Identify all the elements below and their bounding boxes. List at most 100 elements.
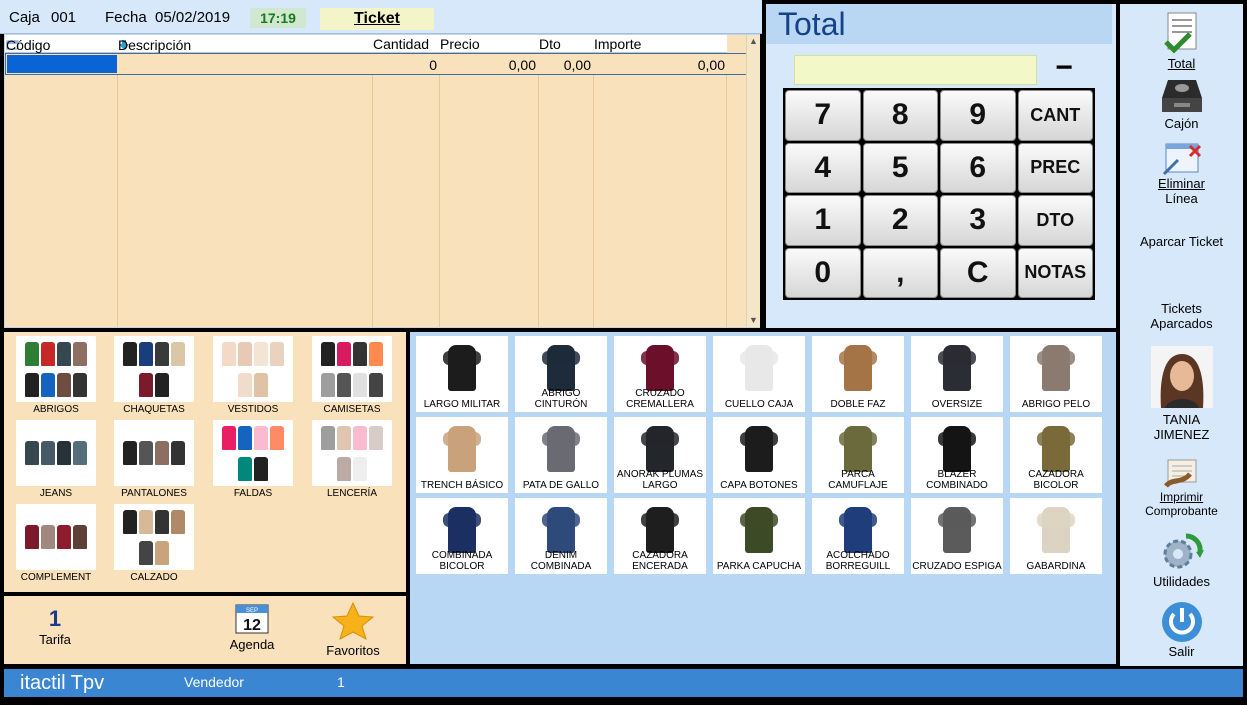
eliminar-linea-button[interactable]: Eliminar Línea xyxy=(1120,140,1243,206)
tarifa-button[interactable]: 1 Tarifa xyxy=(20,602,90,647)
product-label: TRENCH BÁSICO xyxy=(420,480,504,491)
key-9[interactable]: 9 xyxy=(940,90,1016,141)
selected-cell-codigo[interactable] xyxy=(7,55,117,73)
category-9[interactable]: CALZADO xyxy=(108,504,200,588)
tickets-aparcados-button[interactable]: Tickets Aparcados xyxy=(1120,301,1243,331)
product-tile[interactable]: CRUZADO ESPIGA xyxy=(911,498,1003,574)
ticket-grid: Código Descripción / Notas Cantidad Prec… xyxy=(4,34,760,328)
product-tile[interactable]: CAZADORA BICOLOR xyxy=(1010,417,1102,493)
user-profile[interactable]: TANIA JIMENEZ xyxy=(1120,346,1243,442)
key-notas[interactable]: NOTAS xyxy=(1017,247,1093,298)
product-label: CAPA BOTONES xyxy=(720,480,798,491)
star-icon xyxy=(331,601,375,641)
key-8[interactable]: 8 xyxy=(862,90,938,141)
category-5[interactable]: PANTALONES xyxy=(108,420,200,504)
key-comma[interactable]: , xyxy=(862,247,938,298)
category-label: PANTALONES xyxy=(121,488,187,499)
key-3[interactable]: 3 xyxy=(940,195,1016,246)
product-tile[interactable]: GABARDINA xyxy=(1010,498,1102,574)
cell-dto[interactable]: 0,00 xyxy=(542,57,591,73)
product-label: CAZADORA ENCERADA xyxy=(632,550,688,572)
product-tile[interactable]: PARCA CAMUFLAJE xyxy=(812,417,904,493)
imprimir-comprobante-button[interactable]: Imprimir Comprobante xyxy=(1120,456,1243,518)
gears-icon xyxy=(1163,533,1204,569)
key-cant[interactable]: CANT xyxy=(1017,90,1093,141)
key-clear[interactable]: C xyxy=(940,247,1016,298)
column-divider xyxy=(593,53,594,327)
product-tile[interactable]: PARKA CAPUCHA xyxy=(713,498,805,574)
category-thumbnail xyxy=(16,420,96,486)
product-tile[interactable]: DOBLE FAZ xyxy=(812,336,904,412)
category-8[interactable]: COMPLEMENT xyxy=(10,504,102,588)
cajon-button[interactable]: Cajón xyxy=(1120,76,1243,131)
product-tile[interactable]: CRUZADO CREMALLERA xyxy=(614,336,706,412)
product-tile[interactable]: TRENCH BÁSICO xyxy=(416,417,508,493)
cell-importe[interactable]: 0,00 xyxy=(597,57,725,73)
product-label: DOBLE FAZ xyxy=(830,399,886,410)
product-label: CRUZADO ESPIGA xyxy=(912,561,1002,572)
product-tile[interactable]: COMBINADA BICOLOR xyxy=(416,498,508,574)
product-tile[interactable]: ANORAK PLUMAS LARGO xyxy=(614,417,706,493)
agenda-button[interactable]: SEP 12 Agenda xyxy=(217,602,287,652)
key-7[interactable]: 7 xyxy=(785,90,861,141)
product-image xyxy=(640,339,680,391)
utilidades-button[interactable]: Utilidades xyxy=(1120,530,1243,589)
product-tile[interactable]: CAPA BOTONES xyxy=(713,417,805,493)
product-tile[interactable]: ABRIGO CINTURÓN xyxy=(515,336,607,412)
amount-display[interactable] xyxy=(794,55,1037,85)
product-tile[interactable]: CUELLO CAJA xyxy=(713,336,805,412)
key-5[interactable]: 5 xyxy=(862,142,938,193)
product-image xyxy=(937,501,977,553)
column-precio[interactable]: Precio xyxy=(440,36,480,52)
products-panel: LARGO MILITAR ABRIGO CINTURÓN CRUZADO CREM… xyxy=(410,332,1116,664)
ticket-button[interactable]: Ticket xyxy=(320,8,434,30)
product-tile[interactable]: PATA DE GALLO xyxy=(515,417,607,493)
product-tile[interactable]: CAZADORA ENCERADA xyxy=(614,498,706,574)
product-tile[interactable]: ABRIGO PELO xyxy=(1010,336,1102,412)
product-label: ACOLCHADO BORREGUILL xyxy=(825,550,891,572)
minus-button[interactable]: − xyxy=(1051,53,1077,84)
aparcar-ticket-button[interactable]: Aparcar Ticket xyxy=(1120,234,1243,249)
imprimir-label-2: Comprobante xyxy=(1145,504,1218,518)
total-button[interactable]: Total xyxy=(1120,10,1243,71)
column-dto[interactable]: Dto xyxy=(539,36,561,52)
product-tile[interactable]: BLAZER COMBINADO xyxy=(911,417,1003,493)
product-label: GABARDINA xyxy=(1026,561,1086,572)
scroll-up-icon[interactable]: ▲ xyxy=(749,36,758,46)
product-image xyxy=(937,339,977,391)
tarifa-label: Tarifa xyxy=(39,632,71,647)
vendedor-label: Vendedor xyxy=(184,674,244,690)
category-6[interactable]: FALDAS xyxy=(207,420,299,504)
column-importe[interactable]: Importe xyxy=(594,36,641,52)
column-cantidad[interactable]: Cantidad xyxy=(373,36,429,52)
cell-precio[interactable]: 0,00 xyxy=(443,57,536,73)
column-descripcion[interactable]: Descripción / Notas xyxy=(118,36,191,69)
favoritos-button[interactable]: Favoritos xyxy=(318,601,388,658)
total-panel: Total − 7 8 9 CANT 4 5 6 PREC 1 2 3 DTO … xyxy=(766,4,1116,328)
table-row[interactable]: 0 0,00 0,00 0,00 xyxy=(5,53,749,75)
salir-button[interactable]: Salir xyxy=(1120,600,1243,659)
calendar-month: SEP xyxy=(246,608,258,614)
product-tile[interactable]: OVERSIZE xyxy=(911,336,1003,412)
category-1[interactable]: CHAQUETAS xyxy=(108,336,200,420)
key-prec[interactable]: PREC xyxy=(1017,142,1093,193)
scroll-down-icon[interactable]: ▼ xyxy=(749,315,758,325)
column-divider xyxy=(726,53,727,327)
category-0[interactable]: ABRIGOS xyxy=(10,336,102,420)
key-0[interactable]: 0 xyxy=(785,247,861,298)
key-dto[interactable]: DTO xyxy=(1017,195,1093,246)
category-4[interactable]: JEANS xyxy=(10,420,102,504)
category-7[interactable]: LENCERÍA xyxy=(306,420,398,504)
product-tile[interactable]: ACOLCHADO BORREGUILL xyxy=(812,498,904,574)
category-3[interactable]: CAMISETAS xyxy=(306,336,398,420)
category-2[interactable]: VESTIDOS xyxy=(207,336,299,420)
key-4[interactable]: 4 xyxy=(785,142,861,193)
key-2[interactable]: 2 xyxy=(862,195,938,246)
column-codigo[interactable]: Código xyxy=(6,36,50,53)
key-6[interactable]: 6 xyxy=(940,142,1016,193)
cell-cantidad[interactable]: 0 xyxy=(376,57,437,73)
key-1[interactable]: 1 xyxy=(785,195,861,246)
grid-scrollbar[interactable]: ▲ ▼ xyxy=(746,35,760,327)
product-tile[interactable]: DENIM COMBINADA xyxy=(515,498,607,574)
product-tile[interactable]: LARGO MILITAR xyxy=(416,336,508,412)
